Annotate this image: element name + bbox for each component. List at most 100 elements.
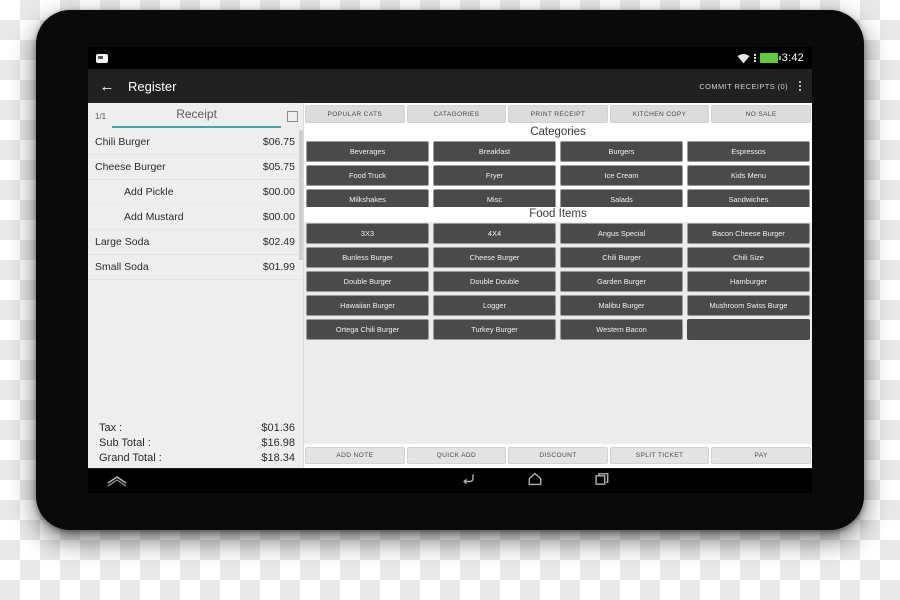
receipt-item-name: Chili Burger <box>95 136 150 148</box>
receipt-item-price: $06.75 <box>262 136 295 148</box>
signal-dots-icon <box>753 54 756 62</box>
food-item-button-garden-burger[interactable]: Garden Burger <box>560 271 683 292</box>
top-action-tabs: POPULAR CATS CATAGORIES PRINT RECEIPT KITCH… <box>304 103 812 125</box>
category-button-espressos[interactable]: Espressos <box>687 141 810 162</box>
food-item-button-hawaiian-burger[interactable]: Hawaiian Burger <box>306 295 429 316</box>
receipt-item-name: Add Pickle <box>124 186 174 198</box>
tab-no-sale[interactable]: NO SALE <box>711 105 811 123</box>
food-item-button-cheese-burger[interactable]: Cheese Burger <box>433 247 556 268</box>
commit-receipts-button[interactable]: COMMIT RECEIPTS (0) <box>699 82 788 91</box>
page-title: Register <box>128 78 177 94</box>
food-item-button-double-double[interactable]: Double Double <box>433 271 556 292</box>
food-item-button-mushroom-swiss-burge[interactable]: Mushroom Swiss Burge <box>687 295 810 316</box>
receipt-item-name: Cheese Burger <box>95 161 166 173</box>
receipt-item-price: $00.00 <box>262 211 295 223</box>
android-nav-bar <box>88 468 812 493</box>
food-item-button-double-burger[interactable]: Double Burger <box>306 271 429 292</box>
receipt-item-price: $01.99 <box>262 261 295 273</box>
food-item-button-angus-special[interactable]: Angus Special <box>560 223 683 244</box>
categories-section: Categories Beverages Breakfast Burgers Espr… <box>304 125 812 207</box>
category-button-burgers[interactable]: Burgers <box>560 141 683 162</box>
more-vertical-icon[interactable] <box>799 81 801 91</box>
receipt-page-indicator: 1/1 <box>95 112 107 121</box>
categories-title: Categories <box>304 125 812 140</box>
receipt-header: 1/1 Receipt <box>88 103 303 130</box>
category-button-misc[interactable]: Misc <box>433 189 556 207</box>
category-button-ice-cream[interactable]: Ice Cream <box>560 165 683 186</box>
receipt-item-list[interactable]: Chili Burger $06.75 Cheese Burger $05.75 Add… <box>88 130 303 421</box>
receipt-item-row[interactable]: Cheese Burger $05.75 <box>88 155 303 180</box>
tab-kitchen-copy[interactable]: KITCHEN COPY <box>609 105 710 123</box>
action-split-ticket[interactable]: SPLIT TICKET <box>609 447 710 464</box>
food-item-button-western-bacon[interactable]: Western Bacon <box>560 319 683 340</box>
receipt-item-name: Large Soda <box>95 236 150 248</box>
receipt-item-row[interactable]: Add Pickle $00.00 <box>88 180 303 205</box>
receipt-tab[interactable]: Receipt <box>112 105 281 128</box>
arrow-left-icon[interactable]: ← <box>97 76 117 96</box>
status-bar-right-cluster: 3:42 <box>737 52 804 64</box>
chevron-up-icon[interactable] <box>106 474 128 492</box>
categories-grid: Beverages Breakfast Burgers Espressos Food T… <box>304 140 812 207</box>
food-item-button-ortega-chili-burger[interactable]: Ortega Chili Burger <box>306 319 429 340</box>
food-item-button-chili-size[interactable]: Chili Size <box>687 247 810 268</box>
receipt-totals: Tax : $01.36 Sub Total : $16.98 Grand Total … <box>88 421 303 468</box>
home-icon[interactable] <box>528 472 543 491</box>
receipt-total-value: $18.34 <box>261 452 295 464</box>
tab-popular-cats[interactable]: POPULAR CATS <box>305 105 405 123</box>
food-item-button-bunless-burger[interactable]: Bunless Burger <box>306 247 429 268</box>
status-bar-clock: 3:42 <box>781 52 804 64</box>
checkbox-unchecked-icon[interactable] <box>287 111 298 122</box>
receipt-total-label: Grand Total : <box>99 452 162 464</box>
food-item-button-logger[interactable]: Logger <box>433 295 556 316</box>
action-quick-add[interactable]: QUICK ADD <box>406 447 507 464</box>
food-item-button-empty-slot <box>687 319 810 340</box>
receipt-item-row[interactable]: Chili Burger $06.75 <box>88 130 303 155</box>
receipt-total-row: Tax : $01.36 <box>99 421 295 436</box>
tablet-device-frame: 3:42 ← Register COMMIT RECEIPTS (0) 1/1 … <box>36 10 864 530</box>
category-button-breakfast[interactable]: Breakfast <box>433 141 556 162</box>
category-button-salads[interactable]: Salads <box>560 189 683 207</box>
receipt-item-price: $05.75 <box>262 161 295 173</box>
tab-catagories[interactable]: CATAGORIES <box>406 105 507 123</box>
receipt-scrollbar[interactable] <box>299 130 303 430</box>
recents-icon[interactable] <box>595 472 610 491</box>
category-button-food-truck[interactable]: Food Truck <box>306 165 429 186</box>
category-button-milkshakes[interactable]: Milkshakes <box>306 189 429 207</box>
receipt-total-row: Grand Total : $18.34 <box>99 451 295 466</box>
category-button-kids-menu[interactable]: Kids Menu <box>687 165 810 186</box>
receipt-item-row[interactable]: Large Soda $02.49 <box>88 230 303 255</box>
food-item-button-hamburger[interactable]: Hamburger <box>687 271 810 292</box>
action-pay[interactable]: PAY <box>711 447 811 464</box>
food-item-button-4x4[interactable]: 4X4 <box>433 223 556 244</box>
receipt-item-row[interactable]: Small Soda $01.99 <box>88 255 303 280</box>
category-button-beverages[interactable]: Beverages <box>306 141 429 162</box>
register-body: 1/1 Receipt Chili Burger $06.75 Cheese Bur… <box>88 103 812 468</box>
food-items-title: Food Items <box>304 207 812 222</box>
receipt-item-name: Small Soda <box>95 261 149 273</box>
android-status-bar: 3:42 <box>88 47 812 69</box>
back-arrow-icon[interactable] <box>461 472 476 491</box>
receipt-item-price: $02.49 <box>262 236 295 248</box>
battery-full-icon <box>759 53 781 63</box>
android-notification-icon <box>96 53 108 63</box>
action-discount[interactable]: DISCOUNT <box>508 447 608 464</box>
receipt-item-row[interactable]: Add Mustard $00.00 <box>88 205 303 230</box>
food-item-button-malibu-burger[interactable]: Malibu Burger <box>560 295 683 316</box>
keypad-panel: POPULAR CATS CATAGORIES PRINT RECEIPT KITCH… <box>304 103 812 468</box>
tab-print-receipt[interactable]: PRINT RECEIPT <box>508 105 608 123</box>
bottom-action-tabs: ADD NOTE QUICK ADD DISCOUNT SPLIT TICKET PAY <box>304 444 812 468</box>
receipt-total-value: $16.98 <box>261 437 295 449</box>
food-item-button-3x3[interactable]: 3X3 <box>306 223 429 244</box>
food-item-button-turkey-burger[interactable]: Turkey Burger <box>433 319 556 340</box>
receipt-total-row: Sub Total : $16.98 <box>99 436 295 451</box>
food-item-button-chili-burger[interactable]: Chili Burger <box>560 247 683 268</box>
nav-button-group <box>291 472 610 491</box>
wifi-icon <box>737 53 750 63</box>
category-button-sandwiches[interactable]: Sandwiches <box>687 189 810 207</box>
food-item-button-bacon-cheese-burger[interactable]: Bacon Cheese Burger <box>687 223 810 244</box>
scrollbar-thumb[interactable] <box>299 130 303 260</box>
receipt-total-label: Sub Total : <box>99 437 151 449</box>
category-button-fryer[interactable]: Fryer <box>433 165 556 186</box>
app-toolbar: ← Register COMMIT RECEIPTS (0) <box>88 69 812 103</box>
action-add-note[interactable]: ADD NOTE <box>305 447 405 464</box>
